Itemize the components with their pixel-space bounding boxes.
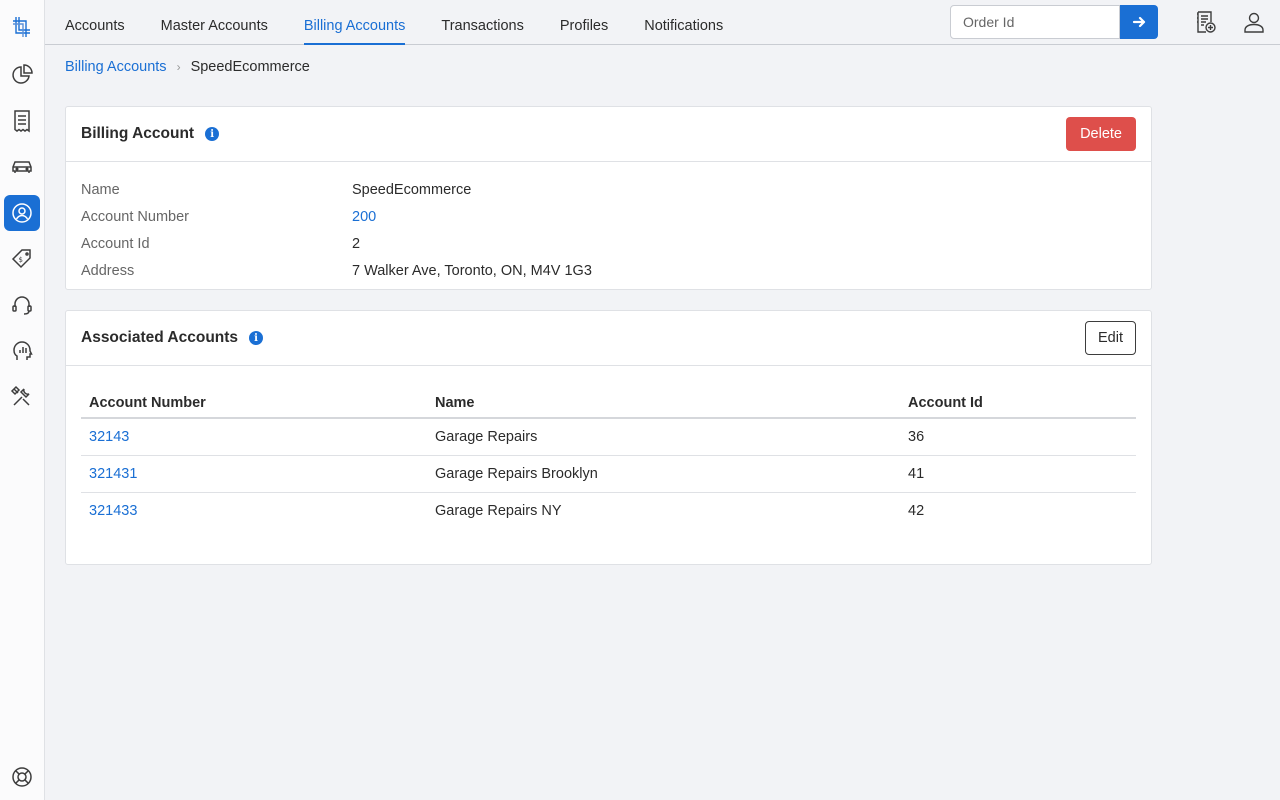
tab-accounts[interactable]: Accounts <box>65 0 125 45</box>
associated-accounts-card-header: Associated Accounts i Edit <box>66 311 1151 366</box>
table-row[interactable]: 321433 Garage Repairs NY 42 <box>81 492 1136 529</box>
account-number-link[interactable]: 321433 <box>81 492 427 529</box>
search-submit-button[interactable] <box>1120 5 1158 39</box>
associated-accounts-table: Account Number Name Account Id 32143 Gar… <box>81 388 1136 529</box>
tab-profiles[interactable]: Profiles <box>560 0 608 45</box>
order-id-search-input[interactable] <box>950 5 1120 39</box>
billing-account-card-header: Billing Account i Delete <box>66 107 1151 162</box>
delete-button[interactable]: Delete <box>1066 117 1136 151</box>
detail-label: Address <box>81 262 135 279</box>
sidebar: $ <box>0 0 45 800</box>
table-row[interactable]: 32143 Garage Repairs 36 <box>81 418 1136 456</box>
detail-row-name: Name SpeedEcommerce <box>81 176 1136 203</box>
detail-value: SpeedEcommerce <box>352 181 472 198</box>
nav-tabs: Accounts Master Accounts Billing Account… <box>65 0 759 45</box>
column-header-name[interactable]: Name <box>427 388 900 419</box>
table-header-row: Account Number Name Account Id <box>81 388 1136 419</box>
account-number-link[interactable]: 200 <box>352 209 376 225</box>
associated-accounts-card: Associated Accounts i Edit Account Numbe… <box>65 310 1152 565</box>
detail-label: Account Number <box>81 208 189 225</box>
help-lifebuoy-icon[interactable] <box>4 759 40 795</box>
car-icon[interactable] <box>4 149 40 185</box>
tab-billing-accounts[interactable]: Billing Accounts <box>303 0 405 45</box>
breadcrumb-billing-accounts-link[interactable]: Billing Accounts <box>65 59 167 75</box>
column-header-account-number[interactable]: Account Number <box>81 388 427 419</box>
user-profile-icon[interactable] <box>1241 9 1267 35</box>
tab-transactions[interactable]: Transactions <box>441 0 523 45</box>
column-header-account-id[interactable]: Account Id <box>900 388 1136 419</box>
table-row[interactable]: 321431 Garage Repairs Brooklyn 41 <box>81 455 1136 493</box>
account-id-cell: 36 <box>900 418 1136 456</box>
support-headset-icon[interactable] <box>4 287 40 323</box>
tab-notifications[interactable]: Notifications <box>644 0 723 45</box>
account-id-cell: 41 <box>900 455 1136 493</box>
account-id-cell: 42 <box>908 502 925 519</box>
price-tag-icon[interactable]: $ <box>4 241 40 277</box>
account-number-link[interactable]: 321431 <box>81 455 427 493</box>
arrow-right-icon <box>1132 16 1146 28</box>
dashboard-pie-icon[interactable] <box>4 57 40 93</box>
billing-account-title: Billing Account <box>81 125 195 142</box>
svg-text:$: $ <box>19 256 23 264</box>
receipt-icon[interactable] <box>4 103 40 139</box>
top-navigation-bar: Accounts Master Accounts Billing Account… <box>45 0 1280 45</box>
chevron-right-icon: › <box>176 60 181 74</box>
detail-row-account-number: Account Number 200 <box>81 203 1136 230</box>
detail-row-address: Address 7 Walker Ave, Toronto, ON, M4V 1… <box>81 257 1136 284</box>
billing-account-card: Billing Account i Delete Name SpeedEcomm… <box>65 106 1152 290</box>
info-icon[interactable]: i <box>205 127 220 141</box>
breadcrumb: Billing Accounts › SpeedEcommerce <box>65 59 310 75</box>
analytics-head-icon[interactable] <box>4 333 40 369</box>
tools-icon[interactable] <box>4 379 40 415</box>
detail-label: Name <box>81 181 120 198</box>
detail-value: 7 Walker Ave, Toronto, ON, M4V 1G3 <box>352 262 592 279</box>
account-number-link[interactable]: 32143 <box>81 418 427 456</box>
info-icon[interactable]: i <box>249 331 264 345</box>
breadcrumb-current: SpeedEcommerce <box>190 59 310 75</box>
detail-value: 2 <box>352 235 361 252</box>
associated-accounts-title: Associated Accounts <box>81 329 239 346</box>
account-name-cell: Garage Repairs <box>427 418 900 456</box>
billing-account-details: Name SpeedEcommerce Account Number 200 A… <box>66 162 1151 290</box>
tab-master-accounts[interactable]: Master Accounts <box>161 0 268 45</box>
app-logo-icon[interactable] <box>4 9 40 45</box>
account-name-cell: Garage Repairs Brooklyn <box>427 455 900 493</box>
add-document-icon[interactable] <box>1192 9 1218 35</box>
account-name-cell: Garage Repairs NY <box>435 502 562 519</box>
detail-label: Account Id <box>81 235 150 252</box>
user-account-icon[interactable] <box>4 195 40 231</box>
edit-button[interactable]: Edit <box>1085 321 1136 355</box>
detail-row-account-id: Account Id 2 <box>81 230 1136 257</box>
